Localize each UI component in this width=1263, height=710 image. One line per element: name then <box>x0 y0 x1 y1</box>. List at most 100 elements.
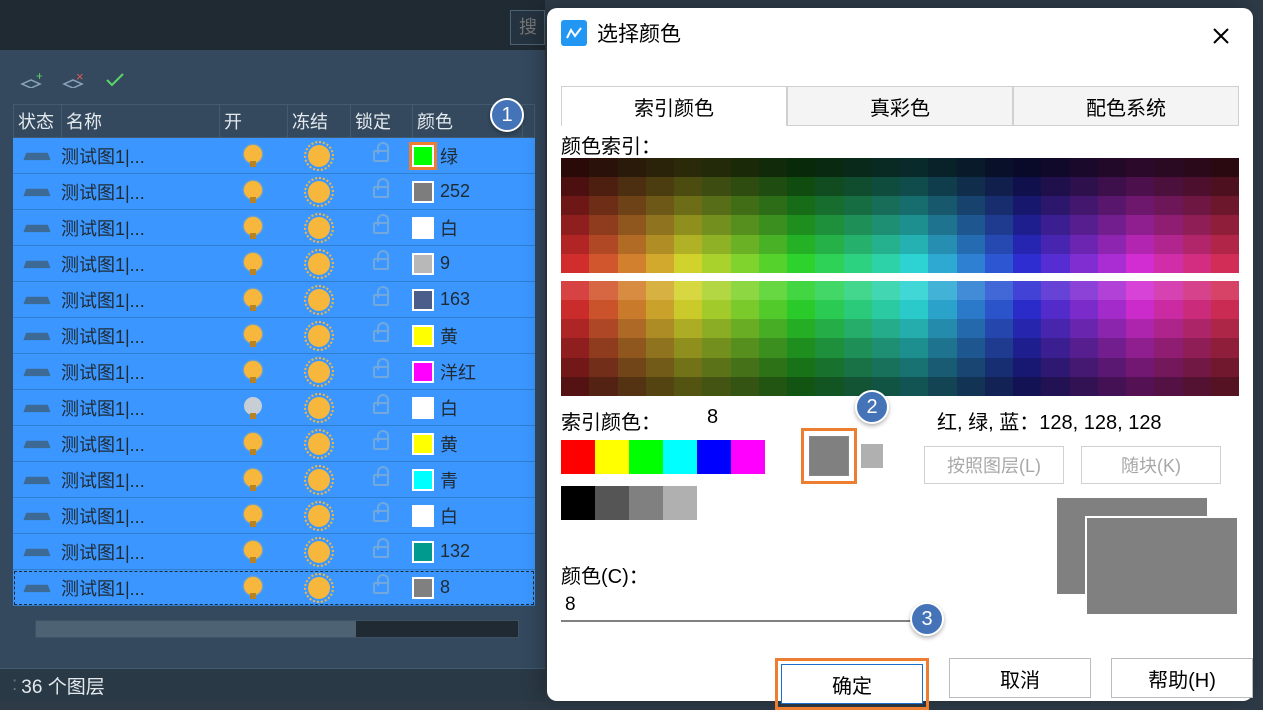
palette-cell[interactable] <box>731 338 759 357</box>
palette-cell[interactable] <box>589 338 617 357</box>
layer-lock-toggle[interactable] <box>350 402 412 414</box>
palette-cell[interactable] <box>759 254 787 273</box>
cancel-button[interactable]: 取消 <box>949 658 1091 698</box>
palette-cell[interactable] <box>872 215 900 234</box>
basic-color-cell[interactable] <box>629 440 663 474</box>
palette-cell[interactable] <box>618 196 646 215</box>
palette-cell[interactable] <box>646 377 674 396</box>
basic-color-cell[interactable] <box>561 440 595 474</box>
palette-cell[interactable] <box>815 377 843 396</box>
layer-lock-toggle[interactable] <box>350 330 412 342</box>
palette-cell[interactable] <box>1126 158 1154 177</box>
palette-cell[interactable] <box>957 300 985 319</box>
palette-cell[interactable] <box>1098 196 1126 215</box>
palette-cell[interactable] <box>702 158 730 177</box>
table-row[interactable]: 测试图1|...252 <box>13 174 535 210</box>
layer-on-toggle[interactable] <box>219 577 287 599</box>
gray-color-cell[interactable] <box>697 486 731 520</box>
palette-cell[interactable] <box>646 215 674 234</box>
palette-cell[interactable] <box>900 358 928 377</box>
palette-cell[interactable] <box>872 158 900 177</box>
palette-cell[interactable] <box>1041 254 1069 273</box>
palette-cell[interactable] <box>1070 281 1098 300</box>
palette-cell[interactable] <box>1154 281 1182 300</box>
palette-cell[interactable] <box>787 377 815 396</box>
layer-freeze-toggle[interactable] <box>287 145 350 167</box>
palette-cell[interactable] <box>1098 338 1126 357</box>
palette-cell[interactable] <box>702 338 730 357</box>
palette-cell[interactable] <box>1098 377 1126 396</box>
palette-cell[interactable] <box>957 158 985 177</box>
palette-cell[interactable] <box>1041 196 1069 215</box>
palette-cell[interactable] <box>815 358 843 377</box>
palette-cell[interactable] <box>787 300 815 319</box>
by-block-button[interactable]: 随块(K) <box>1081 446 1221 484</box>
layer-name-cell[interactable]: 测试图1|... <box>61 143 219 169</box>
layer-name-cell[interactable]: 测试图1|... <box>61 323 219 349</box>
layer-on-toggle[interactable] <box>219 469 287 491</box>
layer-on-toggle[interactable] <box>219 433 287 455</box>
basic-color-cell[interactable] <box>731 440 765 474</box>
palette-cell[interactable] <box>1183 215 1211 234</box>
palette-cell[interactable] <box>674 215 702 234</box>
palette-cell[interactable] <box>900 196 928 215</box>
palette-cell[interactable] <box>900 319 928 338</box>
palette-cell[interactable] <box>900 158 928 177</box>
palette-cell[interactable] <box>985 377 1013 396</box>
palette-cell[interactable] <box>1041 158 1069 177</box>
layer-lock-toggle[interactable] <box>350 582 412 594</box>
palette-cell[interactable] <box>1126 235 1154 254</box>
palette-cell[interactable] <box>674 235 702 254</box>
palette-cell[interactable] <box>1126 254 1154 273</box>
palette-cell[interactable] <box>646 177 674 196</box>
close-button[interactable] <box>1207 22 1235 50</box>
layer-color-cell[interactable]: 洋红 <box>412 359 522 385</box>
layer-freeze-toggle[interactable] <box>287 253 350 275</box>
palette-cell[interactable] <box>1126 177 1154 196</box>
palette-cell[interactable] <box>731 177 759 196</box>
new-layer-icon[interactable]: + <box>20 69 42 91</box>
tab-true-color[interactable]: 真彩色 <box>787 86 1013 126</box>
palette-cell[interactable] <box>1098 358 1126 377</box>
palette-cell[interactable] <box>1013 300 1041 319</box>
palette-cell[interactable] <box>1154 196 1182 215</box>
palette-cell[interactable] <box>1183 281 1211 300</box>
palette-cell[interactable] <box>844 281 872 300</box>
palette-cell[interactable] <box>1183 358 1211 377</box>
palette-cell[interactable] <box>589 158 617 177</box>
palette-cell[interactable] <box>985 235 1013 254</box>
palette-cell[interactable] <box>731 281 759 300</box>
palette-cell[interactable] <box>702 177 730 196</box>
palette-cell[interactable] <box>900 254 928 273</box>
palette-cell[interactable] <box>815 158 843 177</box>
palette-cell[interactable] <box>1126 300 1154 319</box>
layer-on-toggle[interactable] <box>219 325 287 347</box>
palette-cell[interactable] <box>815 319 843 338</box>
layer-lock-toggle[interactable] <box>350 474 412 486</box>
palette-cell[interactable] <box>618 215 646 234</box>
table-row[interactable]: 测试图1|...163 <box>13 282 535 318</box>
palette-cell[interactable] <box>1126 358 1154 377</box>
table-row[interactable]: 测试图1|...绿 <box>13 138 535 174</box>
palette-cell[interactable] <box>561 338 589 357</box>
palette-cell[interactable] <box>618 281 646 300</box>
palette-cell[interactable] <box>872 338 900 357</box>
palette-cell[interactable] <box>1211 358 1239 377</box>
palette-cell[interactable] <box>900 177 928 196</box>
palette-cell[interactable] <box>1041 177 1069 196</box>
palette-cell[interactable] <box>1183 377 1211 396</box>
gray-color-cell[interactable] <box>663 486 697 520</box>
palette-cell[interactable] <box>646 319 674 338</box>
palette-cell[interactable] <box>759 358 787 377</box>
palette-cell[interactable] <box>900 215 928 234</box>
ok-button[interactable]: 确定 <box>781 664 923 704</box>
palette-cell[interactable] <box>1070 377 1098 396</box>
palette-cell[interactable] <box>1126 377 1154 396</box>
palette-cell[interactable] <box>1211 319 1239 338</box>
layer-freeze-toggle[interactable] <box>287 397 350 419</box>
palette-cell[interactable] <box>1013 254 1041 273</box>
layer-freeze-toggle[interactable] <box>287 505 350 527</box>
color-palette[interactable] <box>561 158 1239 396</box>
palette-cell[interactable] <box>1013 377 1041 396</box>
search-input[interactable] <box>510 10 545 45</box>
